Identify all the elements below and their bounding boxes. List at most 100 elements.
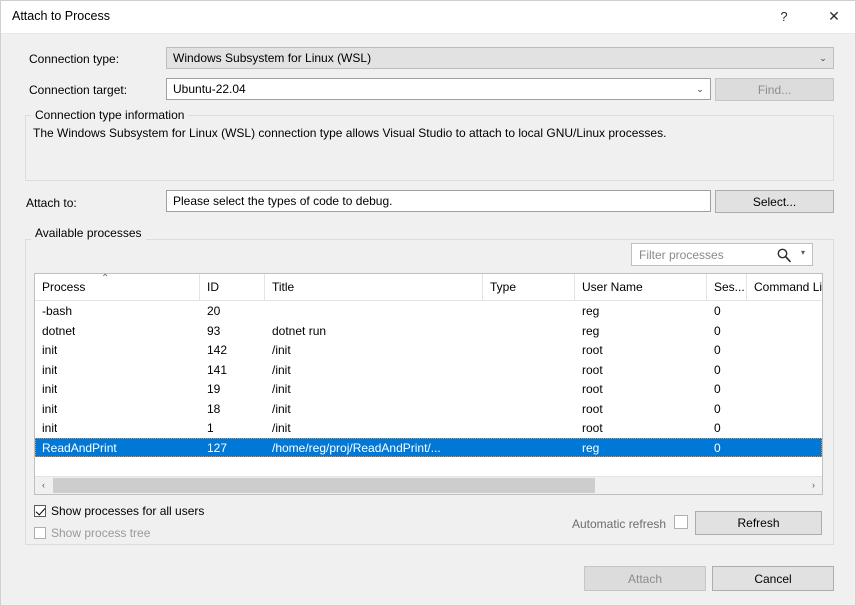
column-header-id[interactable]: ID: [200, 274, 265, 300]
show-processes-all-users-checkbox[interactable]: Show processes for all users: [34, 504, 204, 518]
table-row[interactable]: init142/initroot0: [35, 340, 822, 360]
checkbox-box-checked: [34, 505, 46, 517]
connection-target-value: Ubuntu-22.04: [173, 82, 246, 96]
close-button[interactable]: ✕: [811, 1, 856, 32]
table-cell-process: -bash: [42, 304, 72, 318]
attach-to-field[interactable]: Please select the types of code to debug…: [166, 190, 711, 212]
table-cell-user: root: [582, 363, 603, 377]
table-cell-ses: 0: [714, 343, 721, 357]
column-header-user-name-label: User Name: [582, 280, 643, 294]
table-cell-id: 19: [207, 382, 220, 396]
table-row[interactable]: init18/initroot0: [35, 399, 822, 419]
table-cell-title: dotnet run: [272, 324, 326, 338]
title-bar: Attach to Process ? ✕: [1, 1, 856, 34]
help-button[interactable]: ?: [761, 1, 807, 32]
table-cell-title: /init: [272, 363, 291, 377]
column-header-session-label: Ses...: [714, 280, 745, 294]
table-row[interactable]: dotnet 93 dotnet run reg 0: [35, 321, 822, 341]
cancel-button[interactable]: Cancel: [712, 566, 834, 591]
column-header-id-label: ID: [207, 280, 219, 294]
connection-target-label: Connection target:: [29, 83, 127, 97]
table-row[interactable]: init19/initroot0: [35, 379, 822, 399]
table-cell-process: init: [42, 363, 57, 377]
column-header-title[interactable]: Title: [265, 274, 483, 300]
table-cell-user: reg: [582, 304, 599, 318]
connection-target-combo[interactable]: Ubuntu-22.04 ⌄: [166, 78, 711, 100]
chevron-down-icon: ⌄: [690, 79, 710, 99]
table-cell-user: reg: [582, 441, 599, 455]
show-processes-all-users-label: Show processes for all users: [51, 504, 204, 518]
horizontal-scrollbar[interactable]: ‹ ›: [35, 476, 822, 494]
checkbox-box-unchecked: [34, 527, 46, 539]
table-cell-id: 127: [207, 441, 227, 455]
table-cell-title: /init: [272, 343, 291, 357]
connection-info-group-title: Connection type information: [31, 108, 188, 122]
connection-type-label: Connection type:: [29, 52, 119, 66]
column-header-session[interactable]: Ses...: [707, 274, 747, 300]
process-list-header: Process ⌃ ID Title Type User Name Ses...…: [35, 274, 822, 301]
table-cell-title: /init: [272, 421, 291, 435]
column-header-type-label: Type: [490, 280, 516, 294]
table-cell-id: 141: [207, 363, 227, 377]
attach-button[interactable]: Attach: [584, 566, 706, 591]
column-header-user-name[interactable]: User Name: [575, 274, 707, 300]
window-title: Attach to Process: [12, 9, 110, 23]
table-cell-user: root: [582, 382, 603, 396]
column-header-title-label: Title: [272, 280, 294, 294]
process-list-rows: -bash 20 reg 0 dotnet 93 dotnet run reg 0 init 142…: [35, 301, 822, 457]
show-process-tree-checkbox: Show process tree: [34, 526, 150, 540]
connection-info-text: The Windows Subsystem for Linux (WSL) co…: [33, 126, 666, 140]
table-cell-id: 142: [207, 343, 227, 357]
table-row[interactable]: -bash 20 reg 0: [35, 301, 822, 321]
connection-type-combo[interactable]: Windows Subsystem for Linux (WSL) ⌄: [166, 47, 834, 69]
table-cell-title: /home/reg/proj/ReadAndPrint/...: [272, 441, 441, 455]
chevron-down-icon: ⌄: [813, 48, 833, 68]
table-cell-user: reg: [582, 324, 599, 338]
table-row[interactable]: ReadAndPrint 127/home/reg/proj/ReadAndPri…: [35, 438, 822, 458]
attach-to-value: Please select the types of code to debug…: [173, 194, 392, 208]
table-cell-process: ReadAndPrint: [42, 441, 117, 455]
table-cell-id: 20: [207, 304, 220, 318]
table-cell-user: root: [582, 343, 603, 357]
column-header-command-line-label: Command Line: [754, 280, 823, 294]
table-cell-user: root: [582, 421, 603, 435]
filter-processes-placeholder: Filter processes: [639, 248, 724, 262]
show-process-tree-label: Show process tree: [51, 526, 150, 540]
available-processes-group-title: Available processes: [31, 226, 146, 240]
scroll-right-icon[interactable]: ›: [805, 477, 822, 494]
table-cell-id: 1: [207, 421, 214, 435]
scrollbar-thumb[interactable]: [53, 478, 595, 493]
sort-ascending-icon: ⌃: [101, 274, 109, 284]
table-row[interactable]: init 1/init root 0: [35, 418, 822, 438]
table-cell-ses: 0: [714, 324, 721, 338]
filter-processes-input[interactable]: Filter processes ▾: [631, 243, 813, 266]
table-row[interactable]: init 141/init root 0: [35, 360, 822, 380]
column-header-process-label: Process: [42, 280, 85, 294]
table-cell-process: init: [42, 402, 57, 416]
table-cell-ses: 0: [714, 421, 721, 435]
table-cell-title: /init: [272, 402, 291, 416]
process-list[interactable]: Process ⌃ ID Title Type User Name Ses...…: [34, 273, 823, 495]
find-button[interactable]: Find...: [715, 78, 834, 101]
column-header-type[interactable]: Type: [483, 274, 575, 300]
table-cell-process: dotnet: [42, 324, 75, 338]
automatic-refresh-label: Automatic refresh: [572, 517, 666, 531]
table-cell-ses: 0: [714, 441, 721, 455]
select-code-types-button[interactable]: Select...: [715, 190, 834, 213]
column-header-command-line[interactable]: Command Line: [747, 274, 823, 300]
connection-info-group: [25, 115, 834, 181]
table-cell-title: /init: [272, 382, 291, 396]
table-cell-process: init: [42, 421, 57, 435]
chevron-down-icon[interactable]: ▾: [801, 248, 805, 257]
connection-type-value: Windows Subsystem for Linux (WSL): [173, 51, 371, 65]
refresh-button[interactable]: Refresh: [695, 511, 822, 535]
scroll-left-icon[interactable]: ‹: [35, 477, 52, 494]
table-cell-ses: 0: [714, 304, 721, 318]
table-cell-process: init: [42, 382, 57, 396]
table-cell-ses: 0: [714, 402, 721, 416]
column-header-process[interactable]: Process ⌃: [35, 274, 200, 300]
table-cell-id: 93: [207, 324, 220, 338]
attach-to-process-dialog: Attach to Process ? ✕ Connection type: W…: [0, 0, 856, 606]
table-cell-ses: 0: [714, 363, 721, 377]
automatic-refresh-checkbox[interactable]: [674, 515, 688, 529]
